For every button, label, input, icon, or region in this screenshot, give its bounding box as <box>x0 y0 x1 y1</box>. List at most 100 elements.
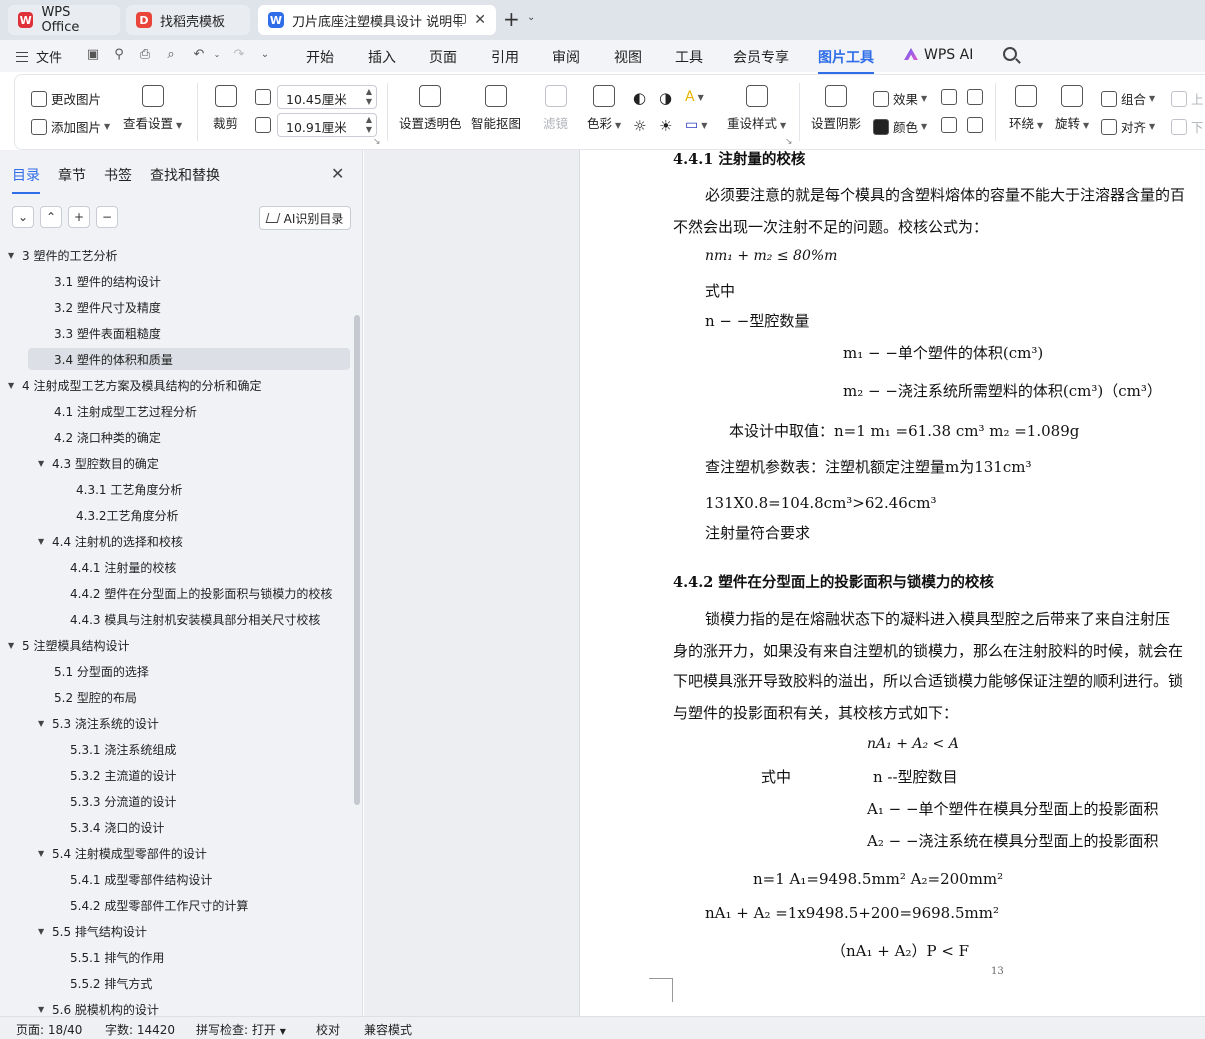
toc-item[interactable]: ▼ 5.3 浇注系统的设计 <box>38 712 350 734</box>
share-icon[interactable]: ⚲ <box>112 48 126 62</box>
tab-toc[interactable]: 目录 <box>12 165 40 194</box>
toc-item[interactable]: 3.3 塑件表面粗糙度 <box>54 322 350 344</box>
expand-arrow-icon[interactable]: ▼ <box>38 537 52 546</box>
close-icon[interactable]: ✕ <box>474 12 486 28</box>
tab-chapters[interactable]: 章节 <box>58 165 86 185</box>
toc-item[interactable]: 5.4.2 成型零部件工作尺寸的计算 <box>70 894 350 916</box>
menu-tools[interactable]: 工具 <box>675 47 703 67</box>
toc-item[interactable]: 3.1 塑件的结构设计 <box>54 270 350 292</box>
toc-item[interactable]: ▼ 5.5 排气结构设计 <box>38 920 350 942</box>
toc-item[interactable]: 5.3.3 分流道的设计 <box>70 790 350 812</box>
expand-arrow-icon[interactable]: ▼ <box>38 719 52 728</box>
reset-style-button[interactable]: 重设样式 ▼ <box>727 85 786 132</box>
filter-button[interactable]: 滤镜 <box>543 85 568 132</box>
tab-wps-office[interactable]: W WPS Office <box>8 5 120 35</box>
tab-template[interactable]: D 找稻壳模板 <box>126 5 250 35</box>
print-icon[interactable]: ⎙ <box>138 48 152 62</box>
toc-item[interactable]: ▼ 5 注塑模具结构设计 <box>8 634 350 656</box>
menu-references[interactable]: 引用 <box>491 47 519 67</box>
undo-icon[interactable]: ↶ <box>192 48 206 62</box>
change-image-button[interactable]: 更改图片 <box>31 89 101 108</box>
effect-button[interactable]: 效果 ▼ <box>873 89 927 108</box>
tab-document[interactable]: W 刀片底座注塑模具设计 说明书 ✕ <box>258 5 496 35</box>
spell-check-toggle[interactable]: 拼写检查: 打开 ▼ <box>196 1021 286 1038</box>
toc-item[interactable]: 4.1 注射成型工艺过程分析 <box>54 400 350 422</box>
document-page[interactable]: 4.4.1 注射量的校核 必须要注意的就是每个模具的含塑料熔体的容量不能大于注溶… <box>581 150 1205 1016</box>
menu-review[interactable]: 审阅 <box>552 47 580 67</box>
menu-wps-ai[interactable]: WPS AI <box>904 47 973 63</box>
contrast-down-icon[interactable]: ☀ <box>659 117 672 135</box>
close-icon[interactable]: ✕ <box>331 164 344 183</box>
save-icon[interactable]: ▣ <box>86 48 100 62</box>
more-dropdown-icon[interactable]: ⌄ <box>258 48 272 62</box>
toc-item[interactable]: 4.3.2工艺角度分析 <box>76 504 350 526</box>
toc-item[interactable]: ▼ 4.3 型腔数目的确定 <box>38 452 350 474</box>
menu-picture-tools[interactable]: 图片工具 <box>818 47 874 74</box>
crop-button[interactable]: 裁剪 <box>213 85 238 132</box>
page-indicator[interactable]: 页面: 18/40 <box>16 1021 82 1038</box>
toc-item[interactable]: 5.4.1 成型零部件结构设计 <box>70 868 350 890</box>
expand-arrow-icon[interactable]: ▼ <box>8 251 22 260</box>
toc-item[interactable]: 4.2 浇口种类的确定 <box>54 426 350 448</box>
toc-item[interactable]: 5.5.1 排气的作用 <box>70 946 350 968</box>
toc-scrollbar[interactable] <box>354 315 360 805</box>
send-backward-button[interactable]: 下 <box>1171 117 1204 136</box>
toc-item[interactable]: ▼ 4.4 注射机的选择和校核 <box>38 530 350 552</box>
chevron-down-icon[interactable]: ⌄ <box>527 12 535 23</box>
expand-arrow-icon[interactable]: ▼ <box>38 849 52 858</box>
align-button[interactable]: 对齐 ▼ <box>1101 117 1155 136</box>
contrast-up-icon[interactable]: ◑ <box>659 89 672 107</box>
rotate-button[interactable]: 旋转 ▼ <box>1055 85 1089 132</box>
recolor-button[interactable]: 颜色 ▼ <box>873 117 927 136</box>
toc-item[interactable]: 5.3.4 浇口的设计 <box>70 816 350 838</box>
word-count[interactable]: 字数: 14420 <box>105 1021 175 1038</box>
brightness-down-icon[interactable]: ☼ <box>633 117 646 135</box>
toc-item[interactable]: 3.4 塑件的体积和质量 <box>28 348 350 370</box>
dialog-launcher-icon[interactable]: ↘ <box>785 137 793 147</box>
highlight-color-icon[interactable]: A ▼ <box>685 89 704 105</box>
expand-arrow-icon[interactable]: ▼ <box>38 1005 52 1014</box>
set-shadow-button[interactable]: 设置阴影 <box>811 85 861 132</box>
menu-member[interactable]: 会员专享 <box>733 47 789 67</box>
menu-insert[interactable]: 插入 <box>368 47 396 67</box>
toc-item[interactable]: ▼ 3 塑件的工艺分析 <box>8 244 350 266</box>
expand-button[interactable]: ⌃ <box>40 206 62 228</box>
redo-icon[interactable]: ↷ <box>232 48 246 62</box>
align-left-icon[interactable] <box>941 117 957 133</box>
toc-item[interactable]: 5.5.2 排气方式 <box>70 972 350 994</box>
set-transparent-button[interactable]: 设置透明色 <box>399 85 462 132</box>
group-button[interactable]: 组合 ▼ <box>1101 89 1155 108</box>
undo-dropdown-icon[interactable]: ⌄ <box>210 48 224 62</box>
toc-item[interactable]: 5.2 型腔的布局 <box>54 686 350 708</box>
expand-arrow-icon[interactable]: ▼ <box>8 381 22 390</box>
file-menu[interactable]: 文件 <box>16 47 62 66</box>
border-color-icon[interactable]: ▭ ▼ <box>685 117 707 133</box>
ai-recognize-toc-button[interactable]: AI识别目录 <box>259 206 351 230</box>
expand-arrow-icon[interactable]: ▼ <box>38 927 52 936</box>
remove-heading-button[interactable]: − <box>96 206 118 228</box>
align-right-icon[interactable] <box>967 117 983 133</box>
toc-item[interactable]: 4.4.3 模具与注射机安装模具部分相关尺寸校核 <box>70 608 350 630</box>
toc-item[interactable]: 5.3.1 浇注系统组成 <box>70 738 350 760</box>
menu-page[interactable]: 页面 <box>429 47 457 67</box>
toc-item[interactable]: 4.4.2 塑件在分型面上的投影面积与锁模力的校核 <box>70 582 350 604</box>
move-down-icon[interactable] <box>967 89 983 105</box>
toc-item[interactable]: ▼ 4 注射成型工艺方案及模具结构的分析和确定 <box>8 374 350 396</box>
width-input[interactable]: 10.45厘米 ▲ ▼ <box>277 85 377 109</box>
expand-arrow-icon[interactable]: ▼ <box>38 459 52 468</box>
bring-forward-button[interactable]: 上 <box>1171 89 1204 108</box>
stepper-icon[interactable]: ▲ ▼ <box>366 87 372 107</box>
toc-item[interactable]: 4.4.1 注射量的校核 <box>70 556 350 578</box>
menu-view[interactable]: 视图 <box>614 47 642 67</box>
brightness-up-icon[interactable]: ◐ <box>633 89 646 107</box>
expand-arrow-icon[interactable]: ▼ <box>8 641 22 650</box>
tab-find-replace[interactable]: 查找和替换 <box>150 165 220 185</box>
collapse-button[interactable]: ⌄ <box>12 206 34 228</box>
toc-item[interactable]: 5.3.2 主流道的设计 <box>70 764 350 786</box>
height-input[interactable]: 10.91厘米 ▲ ▼ <box>277 113 377 137</box>
move-up-icon[interactable] <box>941 89 957 105</box>
add-image-button[interactable]: 添加图片 ▼ <box>31 117 110 136</box>
view-settings-button[interactable]: 查看设置 ▼ <box>123 85 182 132</box>
add-heading-button[interactable]: + <box>68 206 90 228</box>
toc-item[interactable]: 4.3.1 工艺角度分析 <box>76 478 350 500</box>
